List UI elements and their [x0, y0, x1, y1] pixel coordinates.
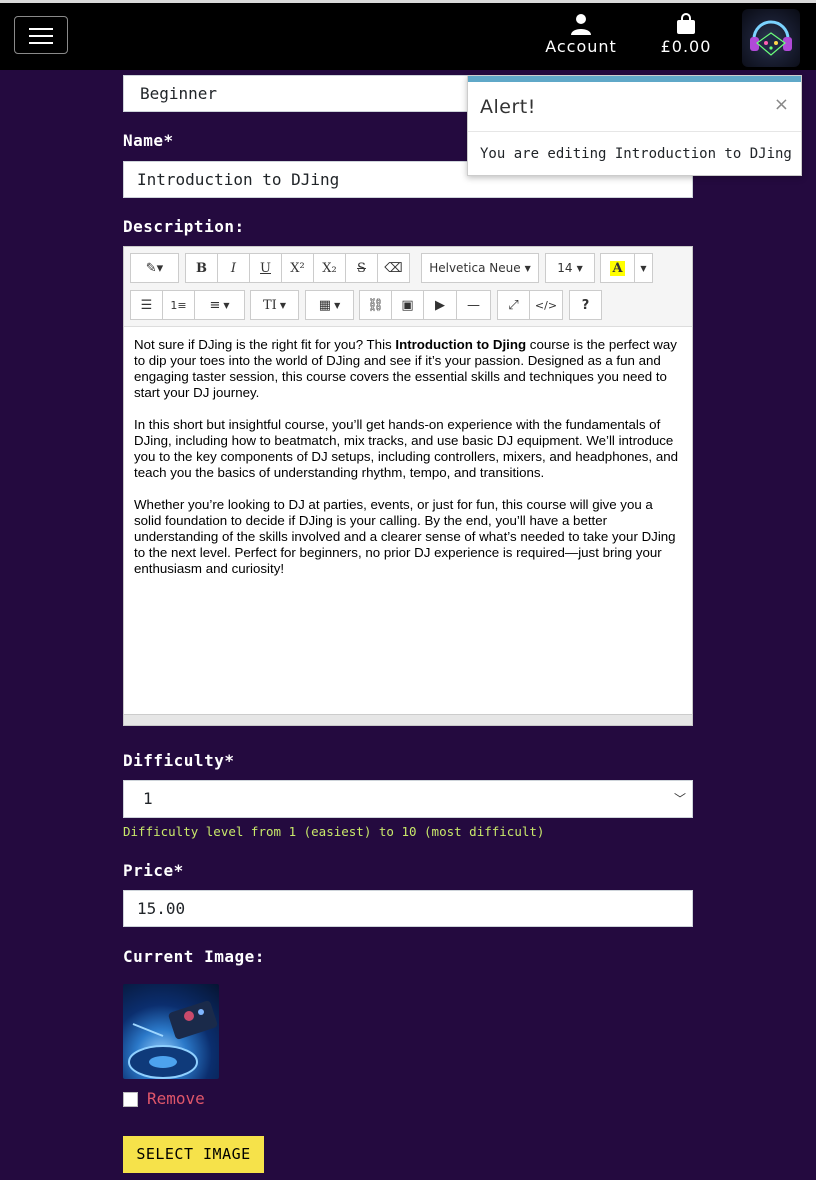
text-height-dropdown[interactable]: TI ▼ [250, 290, 299, 320]
difficulty-label: Difficulty* [123, 751, 235, 770]
shopping-bag-link[interactable]: £0.00 [654, 13, 718, 56]
superscript-button[interactable]: X² [281, 253, 314, 283]
font-size-dropdown[interactable]: 14 ▼ [545, 253, 595, 283]
text-color-icon: A [610, 260, 625, 276]
bag-total: £0.00 [660, 37, 712, 56]
shopping-bag-icon [677, 13, 695, 34]
bullet-list-icon: ☰ [140, 297, 153, 313]
name-label: Name* [123, 131, 174, 150]
caret-down-icon: ▼ [640, 263, 647, 273]
menu-toggle-button[interactable] [14, 16, 68, 54]
chevron-down-icon: ﹀ [673, 792, 686, 806]
magic-wand-icon: ✎▾ [145, 260, 164, 276]
editor-toolbar: ✎▾ B I U X² X₂ S ⌫ Helvetica Neue ▼ 14 ▼… [124, 247, 692, 327]
description-label: Description: [123, 217, 245, 236]
eraser-icon: ⌫ [384, 260, 403, 276]
editor-resize-handle[interactable] [124, 714, 692, 725]
help-button[interactable]: ? [569, 290, 602, 320]
code-icon: </> [534, 298, 558, 312]
account-label: Account [545, 37, 617, 56]
underline-button[interactable]: U [249, 253, 282, 283]
alert-toast: Alert! × You are editing Introduction to… [467, 75, 802, 176]
insert-link-button[interactable]: ⛓ [359, 290, 392, 320]
unordered-list-button[interactable]: ☰ [130, 290, 163, 320]
magic-style-button[interactable]: ✎▾ [130, 253, 179, 283]
close-icon[interactable]: × [774, 94, 789, 115]
code-view-button[interactable]: </> [529, 290, 563, 320]
dj-turntable-image [128, 1000, 218, 1079]
editor-content[interactable]: Not sure if DJing is the right fit for y… [124, 327, 692, 715]
current-image-thumbnail [123, 984, 219, 1079]
bold-button[interactable]: B [185, 253, 218, 283]
price-input[interactable]: 15.00 [123, 890, 693, 927]
description-paragraph: In this short but insightful course, you… [134, 417, 679, 480]
highlight-color-button[interactable]: A [600, 253, 635, 283]
italic-button[interactable]: I [217, 253, 250, 283]
alert-accent-bar [468, 76, 801, 82]
caret-down-icon: ▼ [576, 263, 583, 273]
subscript-button[interactable]: X₂ [313, 253, 346, 283]
table-dropdown[interactable]: ▦ ▼ [305, 290, 354, 320]
video-icon: ▶ [435, 297, 445, 313]
description-paragraph: Whether you’re looking to DJ at parties,… [134, 497, 676, 576]
insert-picture-button[interactable]: ▣ [391, 290, 424, 320]
strikethrough-button[interactable]: S [345, 253, 378, 283]
navbar: Account £0.00 [0, 3, 816, 70]
caret-down-icon: ▼ [279, 300, 286, 310]
link-icon: ⛓ [367, 297, 384, 313]
text-height-icon: TI [263, 297, 277, 313]
font-family-value: Helvetica Neue [429, 261, 521, 275]
description-paragraph: Not sure if DJing is the right fit for y… [134, 337, 677, 400]
ordered-list-button[interactable]: 1≡ [162, 290, 195, 320]
caret-down-icon: ▼ [334, 300, 341, 310]
difficulty-select[interactable]: 1 ﹀ [123, 780, 693, 818]
caret-down-icon: ▼ [524, 263, 531, 273]
remove-label[interactable]: Remove [147, 1089, 205, 1108]
image-icon: ▣ [401, 297, 414, 313]
question-icon: ? [581, 297, 590, 313]
expand-icon: ⤢ [508, 297, 519, 313]
user-icon [571, 14, 591, 35]
numbered-list-icon: 1≡ [170, 298, 187, 312]
insert-video-button[interactable]: ▶ [423, 290, 457, 320]
select-image-button[interactable]: SELECT IMAGE [123, 1136, 264, 1173]
current-image-label: Current Image: [123, 947, 265, 966]
alert-message: You are editing Introduction to DJing [480, 146, 792, 162]
fullscreen-button[interactable]: ⤢ [497, 290, 530, 320]
table-icon: ▦ [318, 297, 332, 313]
rich-text-editor: ✎▾ B I U X² X₂ S ⌫ Helvetica Neue ▼ 14 ▼… [123, 246, 693, 726]
account-link[interactable]: Account [540, 13, 622, 56]
horizontal-rule-button[interactable]: — [456, 290, 491, 320]
paragraph-align-dropdown[interactable]: ≡ ▼ [194, 290, 245, 320]
clear-format-button[interactable]: ⌫ [377, 253, 410, 283]
alert-divider [468, 131, 801, 132]
hamburger-icon [29, 28, 53, 30]
color-dropdown-button[interactable]: ▼ [634, 253, 653, 283]
site-logo[interactable] [742, 9, 800, 67]
alert-title: Alert! [480, 96, 536, 118]
difficulty-help-text: Difficulty level from 1 (easiest) to 10 … [123, 824, 545, 839]
price-label: Price* [123, 861, 184, 880]
align-left-icon: ≡ [209, 297, 221, 313]
minus-icon: — [467, 297, 480, 313]
font-family-dropdown[interactable]: Helvetica Neue ▼ [421, 253, 539, 283]
difficulty-value: 1 [143, 789, 153, 808]
dj-headphones-logo-icon [750, 20, 792, 56]
font-size-value: 14 [557, 261, 573, 275]
caret-down-icon: ▼ [223, 300, 230, 310]
remove-image-checkbox[interactable] [123, 1092, 138, 1107]
